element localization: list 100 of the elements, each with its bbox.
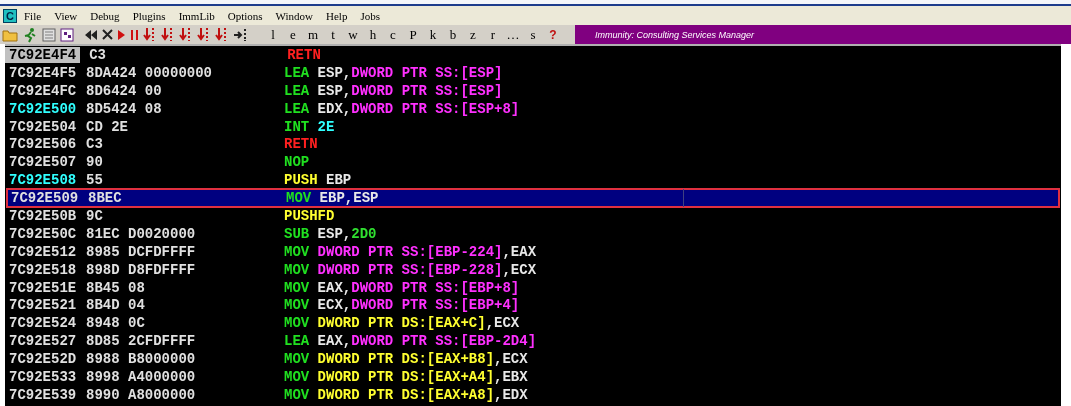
code-row[interactable]: 7C92E52D 8988 B8000000 MOV DWORD PTR DS:[EAX+B8],ECX (5, 350, 1061, 369)
instruction-cell: NOP (284, 154, 310, 171)
code-row[interactable]: 7C92E50C 81EC D0020000 SUB ESP,2D0 (5, 224, 1061, 243)
toolbar-letter-button[interactable]: e (285, 26, 301, 43)
play-icon[interactable] (117, 28, 126, 41)
hex-bytes-cell-text: 8BEC (88, 190, 123, 207)
running-figure-icon[interactable] (22, 26, 38, 43)
toolbar-letter-button[interactable]: P (405, 26, 421, 43)
code-row[interactable]: 7C92E4F5 8DA424 00000000 LEA ESP,DWORD PTR SS:[ESP] (5, 63, 1061, 82)
arrow-to-line-icon[interactable] (233, 27, 247, 42)
app-icon[interactable]: C (3, 8, 17, 23)
code-row[interactable]: 7C92E50B 9C PUSHFD (5, 207, 1061, 225)
hex-bytes-cell-text: CD 2E (86, 118, 129, 135)
instruction-cell: LEA EDX,DWORD PTR SS:[ESP+8] (284, 100, 520, 117)
step-icon[interactable] (197, 27, 211, 42)
address-cell-text: 7C92E50C (8, 225, 78, 242)
instruction-cell: MOV DWORD PTR DS:[EAX+A8],EDX (284, 386, 528, 403)
instruction-cell: MOV DWORD PTR SS:[EBP-228],ECX (284, 261, 537, 278)
toolbar-letter-button[interactable]: m (305, 26, 321, 43)
code-row[interactable]: 7C92E521 8B4D 04 MOV ECX,DWORD PTR SS:[EBP+4] (5, 296, 1061, 315)
toolbar-letter-button[interactable]: t (325, 26, 341, 43)
code-row[interactable]: 7C92E51E 8B45 08 MOV EAX,DWORD PTR SS:[EBP+8] (5, 278, 1061, 297)
hex-bytes-cell-text: 8D5424 08 (86, 100, 163, 117)
address-cell-text: 7C92E521 (8, 297, 78, 314)
pause-icon[interactable] (130, 28, 139, 41)
code-row[interactable]: 7C92E539 8990 A8000000 MOV DWORD PTR DS:[EAX+A8],EDX (5, 385, 1061, 404)
code-row[interactable]: 7C92E4F4 C3 RETN (5, 46, 1061, 64)
code-row[interactable]: 7C92E506 C3 RETN (5, 135, 1061, 154)
address-cell-text: 7C92E533 (8, 368, 78, 385)
menu-item[interactable]: Window (275, 9, 313, 22)
menu-item[interactable]: Debug (90, 9, 120, 22)
address-cell-text: 7C92E524 (8, 315, 78, 332)
selected-row[interactable]: 7C92E509 8BEC MOV EBP,ESP (7, 189, 1059, 207)
toolbar-letter-button[interactable]: z (465, 26, 481, 43)
code-row[interactable]: 7C92E504 CD 2E INT 2E (5, 117, 1061, 136)
hex-bytes-cell-text: 8985 DCFDFFFF (86, 243, 197, 260)
hex-bytes-cell-text: 8B45 08 (86, 279, 146, 296)
instruction-cell: MOV EAX,DWORD PTR SS:[EBP+8] (284, 279, 520, 296)
address-cell-text: 7C92E50B (8, 207, 78, 224)
hex-bytes-cell-text: 90 (86, 154, 104, 171)
address-cell-text: 7C92E506 (8, 136, 78, 153)
step-icon[interactable] (161, 27, 175, 42)
code-row[interactable]: 7C92E533 8998 A4000000 MOV DWORD PTR DS:[EAX+A4],EBX (5, 368, 1061, 386)
instruction-cell: RETN (284, 136, 318, 153)
toolbar-letter-button[interactable]: k (425, 26, 441, 43)
address-cell-text: 7C92E4FC (8, 82, 78, 99)
instruction-cell: INT 2E (284, 118, 335, 135)
address-cell-text: 7C92E518 (8, 261, 78, 278)
address-cell-text: 7C92E504 (8, 118, 78, 135)
menu-item[interactable]: View (54, 9, 78, 22)
menu-item[interactable]: Jobs (360, 9, 380, 22)
menu-item[interactable]: Options (227, 9, 263, 22)
menu-item[interactable]: ImmLib (178, 9, 215, 22)
menu-item[interactable]: File (24, 9, 42, 22)
grid-window-icon[interactable] (60, 27, 74, 42)
hex-bytes-cell-text: 898D D8FDFFFF (86, 261, 197, 278)
toolbar-letter-button[interactable]: l (265, 26, 281, 43)
instruction-cell: LEA EAX,DWORD PTR SS:[EBP-2D4] (284, 333, 537, 350)
code-row[interactable]: 7C92E527 8D85 2CFDFFFF LEA EAX,DWORD PTR SS:[EBP-2D4] (5, 332, 1061, 351)
menu-item[interactable]: Help (326, 9, 348, 22)
hex-bytes-cell-text: 55 (86, 172, 104, 189)
hex-bytes-cell-text: 9C (86, 207, 104, 224)
hex-bytes-cell-text: C3 (86, 136, 104, 153)
hex-bytes-cell-text: 8990 A8000000 (86, 386, 197, 403)
menu-item[interactable]: Plugins (132, 9, 166, 22)
instruction-cell: LEA ESP,DWORD PTR SS:[ESP] (284, 64, 503, 81)
toolbar-letter-button[interactable]: h (365, 26, 381, 43)
code-row[interactable]: 7C92E500 8D5424 08 LEA EDX,DWORD PTR SS:[ESP+8] (5, 99, 1061, 118)
banner-text: Immunity: Consulting Services Manager (595, 29, 755, 40)
hex-bytes-cell-text: C3 (89, 46, 108, 63)
code-row[interactable]: 7C92E508 55 PUSH EBP (5, 171, 1061, 190)
toolbar-letter-button[interactable]: ? (545, 27, 561, 42)
address-cell: 7C92E4F4 (5, 46, 81, 63)
hex-bytes-cell-text: 8DA424 00000000 (86, 64, 214, 81)
rewind-icon[interactable] (84, 28, 98, 41)
step-icon[interactable] (143, 27, 157, 42)
hex-bytes-cell-text: 8998 A4000000 (86, 368, 197, 385)
toolbar-letter-button[interactable]: … (505, 26, 521, 43)
code-row[interactable]: 7C92E4FC 8D6424 00 LEA ESP,DWORD PTR SS:[ESP] (5, 81, 1061, 100)
hex-bytes-cell-text: 81EC D0020000 (86, 225, 197, 242)
toolbar-letter-button[interactable]: w (345, 26, 361, 43)
toolbar-letter-button[interactable]: r (485, 26, 501, 43)
instruction-cell: LEA ESP,DWORD PTR SS:[ESP] (284, 82, 503, 99)
code-row[interactable]: 7C92E524 8948 0C MOV DWORD PTR DS:[EAX+C],ECX (5, 314, 1061, 333)
address-cell-text: 7C92E51E (8, 279, 78, 296)
code-row[interactable]: 7C92E507 90 NOP (5, 153, 1061, 172)
toolbar-letter-button[interactable]: c (385, 26, 401, 43)
address-cell-text: 7C92E527 (8, 333, 78, 350)
toolbar-letter-button[interactable]: s (525, 26, 541, 43)
toolbar-letter-button[interactable]: b (445, 26, 461, 43)
folder-icon[interactable] (2, 27, 18, 42)
step-icon[interactable] (179, 27, 193, 42)
step-icon[interactable] (215, 27, 229, 42)
code-row[interactable]: 7C92E512 8985 DCFDFFFF MOV DWORD PTR SS:[EBP-224],EAX (5, 242, 1061, 261)
hex-bytes-cell-text: 8948 0C (86, 315, 146, 332)
instruction-cell: MOV DWORD PTR SS:[EBP-224],EAX (284, 243, 537, 260)
address-cell-text: 7C92E52D (8, 351, 78, 368)
hex-bytes-cell-text: 8D6424 00 (86, 82, 163, 99)
code-row[interactable]: 7C92E518 898D D8FDFFFF MOV DWORD PTR SS:[EBP-228],ECX (5, 260, 1061, 279)
close-icon[interactable] (102, 29, 113, 40)
